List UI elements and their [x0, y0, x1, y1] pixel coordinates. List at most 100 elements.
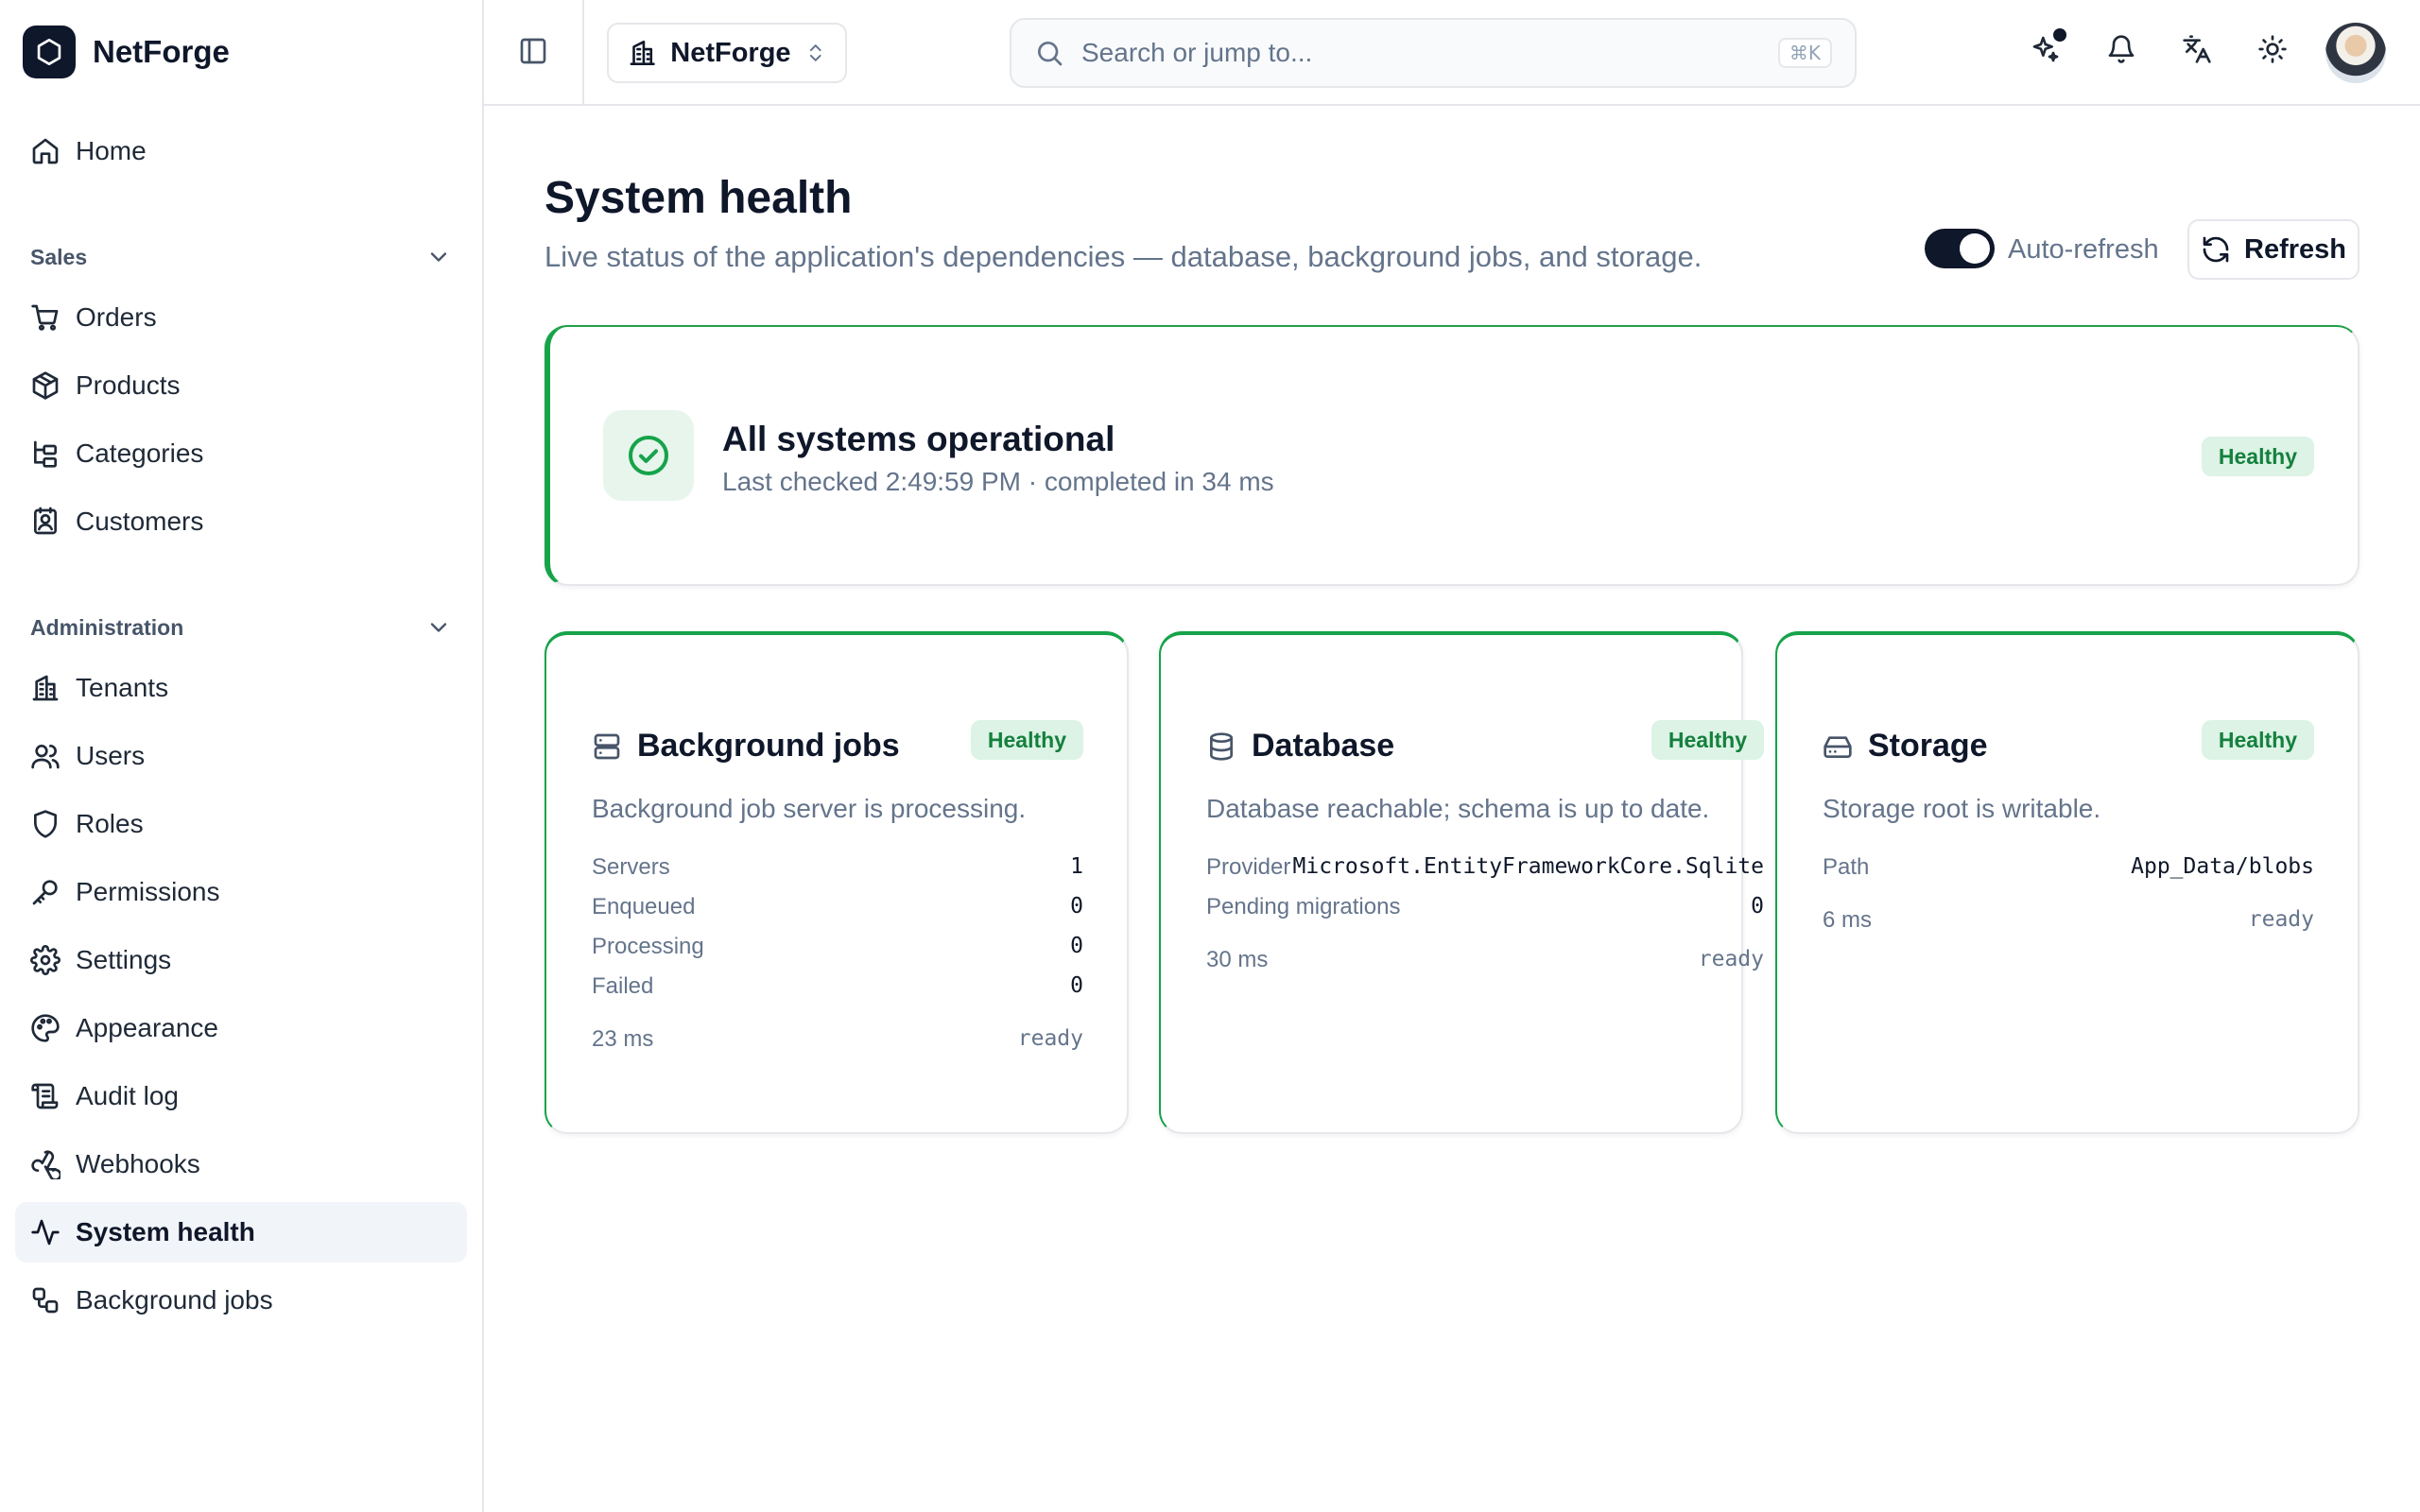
chevron-down-icon: [430, 623, 447, 632]
sidebar-item-label: Users: [76, 741, 146, 770]
sidebar-item-label: Customers: [76, 507, 204, 536]
sidebar-toggle-button[interactable]: [518, 36, 548, 66]
users-icon: [31, 745, 60, 769]
brand[interactable]: NetForge: [23, 26, 230, 78]
sun-icon: [2258, 35, 2287, 63]
status-badge: Healthy: [2201, 720, 2314, 760]
sidebar-item-label: Audit log: [76, 1081, 179, 1110]
sidebar-item-label: Webhooks: [76, 1149, 200, 1178]
bell-icon: [2108, 35, 2135, 63]
sidebar-item-permissions[interactable]: Permissions: [15, 862, 467, 922]
sidebar-item-system-health[interactable]: System health: [15, 1202, 467, 1263]
topbar: NetForge Search or jump to... ⌘K: [484, 0, 2420, 106]
sidebar-item-audit-log[interactable]: Audit log: [15, 1066, 467, 1126]
languages-icon: [2183, 35, 2211, 63]
sidebar-item-categories[interactable]: Categories: [15, 423, 467, 484]
building-icon: [32, 675, 59, 701]
sidebar-item-label: Background jobs: [76, 1285, 273, 1314]
sidebar-item-label: Categories: [76, 438, 204, 468]
toggle-knob: [1960, 233, 1990, 264]
workflow-icon: [32, 1287, 59, 1314]
metric-label: Failed: [592, 973, 654, 999]
sidebar-item-orders[interactable]: Orders: [15, 287, 467, 348]
last-checked-text: Last checked 2:49:59 PM · completed in 3…: [722, 467, 1274, 496]
check-state: ready: [1017, 1026, 1083, 1051]
auto-refresh-label: Auto-refresh: [2008, 234, 2159, 265]
hexagon-logo-icon: [23, 26, 76, 78]
check-state: ready: [1698, 947, 1764, 971]
page-subtitle: Live status of the application's depende…: [544, 240, 1703, 273]
gear-icon: [30, 945, 60, 975]
divider: [582, 0, 584, 106]
metric-value: Microsoft.EntityFrameworkCore.Sqlite: [1292, 854, 1765, 879]
sidebar-item-label: Tenants: [76, 673, 169, 702]
auto-refresh-toggle[interactable]: [1925, 229, 1995, 268]
whats-new-button[interactable]: [2031, 28, 2066, 64]
overall-status-card: All systems operational Last checked 2:4…: [544, 325, 2360, 586]
sidebar-item-label: System health: [76, 1217, 255, 1246]
sidebar-item-label: Orders: [76, 302, 157, 332]
card-title-text: Storage: [1868, 728, 1988, 764]
sidebar-item-products[interactable]: Products: [15, 355, 467, 416]
check-circle-icon: [603, 410, 694, 501]
card-title-text: Database: [1252, 728, 1395, 764]
metric-label: Servers: [592, 854, 670, 880]
contact-icon: [34, 507, 57, 535]
sidebar-item-webhooks[interactable]: Webhooks: [15, 1134, 467, 1194]
activity-icon: [31, 1219, 60, 1246]
avatar[interactable]: [2325, 23, 2386, 83]
scroll-icon: [31, 1083, 59, 1109]
search-icon: [1038, 42, 1063, 66]
sidebar-item-appearance[interactable]: Appearance: [15, 998, 467, 1058]
section-title: Administration: [30, 614, 184, 640]
metric-value: App_Data/blobs: [2131, 854, 2314, 879]
webhook-icon: [31, 1150, 60, 1179]
sidebar-item-tenants[interactable]: Tenants: [15, 658, 467, 718]
chevron-down-icon: [430, 252, 447, 262]
sidebar-item-label: Appearance: [76, 1013, 219, 1042]
search-placeholder: Search or jump to...: [1081, 38, 1313, 67]
sidebar-item-background-jobs[interactable]: Background jobs: [15, 1270, 467, 1331]
key-icon: [32, 880, 58, 905]
sidebar-item-roles[interactable]: Roles: [15, 794, 467, 854]
hard-drive-icon: [1824, 735, 1852, 758]
language-button[interactable]: [2182, 34, 2212, 64]
notifications-button[interactable]: [2106, 34, 2136, 64]
check-duration: 6 ms: [1823, 907, 1873, 933]
section-header-administration[interactable]: Administration: [30, 614, 452, 641]
theme-toggle-button[interactable]: [2257, 34, 2288, 64]
package-icon: [32, 371, 59, 400]
sidebar-item-home[interactable]: Home: [15, 121, 467, 181]
section-title: Sales: [30, 244, 88, 269]
sidebar-icon: [520, 38, 546, 64]
sidebar-item-users[interactable]: Users: [15, 726, 467, 786]
metric-label: Enqueued: [592, 894, 696, 919]
page-title: System health: [544, 173, 853, 223]
search-input[interactable]: Search or jump to... ⌘K: [1010, 18, 1857, 88]
refresh-label: Refresh: [2244, 233, 2346, 265]
card-description: Storage root is writable.: [1823, 794, 2101, 823]
card-title: Storage: [1823, 728, 1988, 765]
metric-label: Provider: [1206, 854, 1291, 880]
metric-label: Pending migrations: [1206, 894, 1401, 919]
health-card-database: Database Healthy Database reachable; sch…: [1159, 631, 1764, 1134]
refresh-icon: [2203, 236, 2229, 263]
card-title: Database: [1206, 728, 1394, 765]
refresh-button[interactable]: Refresh: [2187, 219, 2360, 280]
sidebar-item-settings[interactable]: Settings: [15, 930, 467, 990]
metric-value: 0: [1070, 894, 1083, 919]
notification-dot: [2053, 28, 2066, 42]
sidebar: NetForge Home Sales Orders Products Cate…: [0, 0, 484, 1512]
check-duration: 30 ms: [1206, 947, 1269, 972]
brand-name: NetForge: [93, 34, 230, 69]
section-header-sales[interactable]: Sales: [30, 244, 452, 270]
folder-tree-icon: [34, 440, 57, 468]
metric-label: Path: [1823, 854, 1870, 880]
chevron-updown-icon: [809, 44, 821, 61]
tenant-switcher[interactable]: NetForge: [607, 23, 847, 83]
building-icon: [630, 40, 655, 66]
sidebar-item-customers[interactable]: Customers: [15, 491, 467, 552]
server-icon: [594, 733, 620, 759]
status-badge: Healthy: [2201, 437, 2314, 476]
card-description: Background job server is processing.: [592, 794, 1027, 823]
